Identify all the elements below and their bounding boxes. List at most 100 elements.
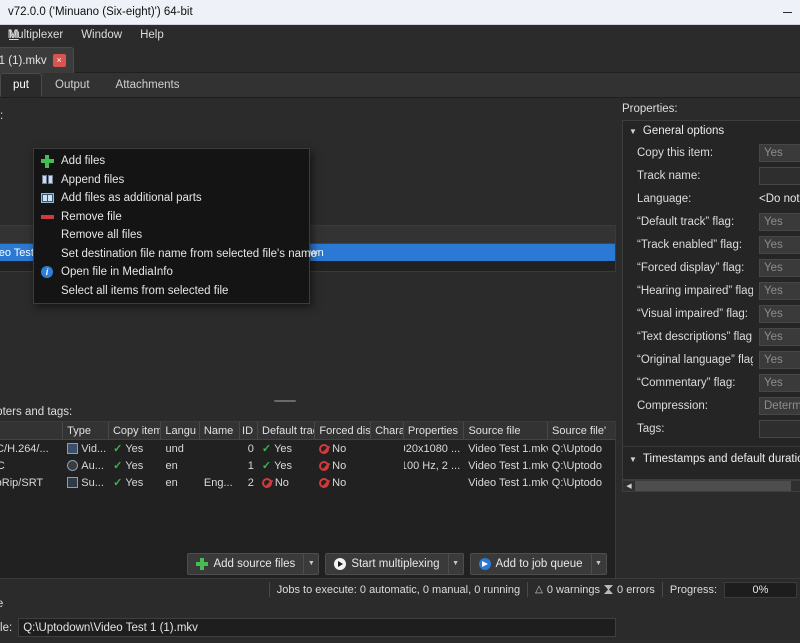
track-type: Vid...	[81, 442, 107, 455]
original-language-flag-select[interactable]: Yes	[759, 350, 800, 369]
table-row[interactable]: ✓ AAC Au... ✓ Yes en 1 ✓ Yes No	[0, 457, 615, 474]
menu-item-multiplexer[interactable]: MMultiplexer	[0, 27, 72, 43]
tab-attachments[interactable]: Attachments	[103, 73, 193, 97]
commentary-flag-select[interactable]: Yes	[759, 373, 800, 392]
column-header-codec[interactable]: dec	[0, 422, 64, 439]
cell-id: 2	[247, 476, 254, 489]
context-menu-item-set-destination-name[interactable]: Set destination file name from selected …	[34, 245, 317, 264]
menu-bar: MMultiplexer Window Help	[0, 25, 800, 45]
column-header-id[interactable]: ID	[240, 422, 259, 439]
property-label: “Track enabled” flag:	[637, 238, 743, 251]
column-header-name[interactable]: Name	[200, 422, 241, 439]
column-header-forced-display[interactable]: Forced dis	[315, 422, 372, 439]
track-name-input[interactable]	[759, 166, 800, 185]
tab-output[interactable]: Output	[42, 73, 103, 97]
column-header-properties[interactable]: Properties	[404, 422, 465, 439]
column-header-source-file-dir[interactable]: Source file'	[548, 422, 615, 439]
context-menu-item-add-files[interactable]: Add files	[34, 152, 309, 171]
menu-item-window-label: Window	[81, 29, 123, 41]
track-forced-flag: No	[332, 476, 347, 489]
track-enabled-flag-select[interactable]: Yes	[759, 235, 800, 254]
cell-properties: 44100 Hz, 2 ...	[404, 459, 461, 472]
cell-forced-display: No	[315, 474, 371, 491]
document-tab[interactable]: o Test 1 (1).mkv ×	[0, 47, 74, 73]
property-label: Compression:	[637, 399, 708, 412]
table-row[interactable]: ✓ AVC/H.264/... Vid... ✓ Yes und 0 ✓ Yes…	[0, 440, 615, 457]
tab-input[interactable]: put	[0, 73, 42, 97]
cell-codec: ✓ SubRip/SRT	[0, 474, 63, 491]
add-source-files-dropdown[interactable]: ▼	[304, 552, 320, 575]
section-timestamps[interactable]: ▼ Timestamps and default duration	[623, 446, 800, 469]
table-row[interactable]: ✓ SubRip/SRT Su... ✓ Yes en Eng... 2 No …	[0, 474, 615, 491]
hearing-impaired-flag-select[interactable]: Yes	[759, 281, 800, 300]
context-menu-item-open-in-mediainfo[interactable]: i Open file in MediaInfo	[34, 263, 309, 282]
context-menu[interactable]: Add files Append files Add files as addi…	[33, 148, 317, 304]
track-copy-item: Yes	[125, 442, 144, 455]
plus-icon	[40, 154, 54, 168]
compression-select[interactable]: Determine	[759, 396, 800, 415]
chevron-left-icon[interactable]: ◀	[623, 481, 635, 491]
chevron-down-icon: ▼	[629, 126, 637, 136]
menu-item-window[interactable]: Window	[72, 27, 131, 43]
cell-source-file: Video Test 1.mkv	[468, 476, 548, 489]
cell-source-file-dir: Q:\Uptodo	[551, 442, 602, 455]
context-menu-item-remove-all-files[interactable]: Remove all files	[34, 226, 309, 245]
property-original-language-flag: “Original language” flag: Yes	[623, 348, 800, 371]
tracks-header: dec Type Copy item Langu Name ID Default…	[0, 422, 615, 440]
tracks-label: cks, chapters and tags:	[0, 406, 73, 418]
close-icon[interactable]: ×	[52, 54, 66, 67]
menu-item-help-label: Help	[140, 29, 164, 41]
scrollbar-thumb[interactable]	[635, 481, 791, 491]
language-select[interactable]: <Do not cha	[759, 193, 800, 205]
minus-icon	[40, 214, 54, 219]
copy-this-item-select[interactable]: Yes	[759, 143, 800, 162]
track-codec: AVC/H.264/...	[0, 442, 49, 455]
add-source-files-button[interactable]: Add source files	[187, 552, 305, 575]
track-default-flag: Yes	[274, 459, 293, 472]
add-to-job-queue-dropdown[interactable]: ▼	[591, 552, 607, 575]
property-language: Language: <Do not cha	[623, 187, 800, 210]
forced-display-flag-select[interactable]: Yes	[759, 258, 800, 277]
menu-item-help[interactable]: Help	[131, 27, 173, 43]
tags-input[interactable]	[759, 419, 800, 438]
cell-language: en	[165, 459, 178, 472]
inner-tab-bar: put Output Attachments	[0, 73, 800, 98]
start-multiplexing-label: Start multiplexing	[351, 557, 440, 570]
cell-language: en	[165, 476, 178, 489]
ban-icon	[319, 477, 330, 488]
column-header-default-track[interactable]: Default trac	[258, 422, 316, 439]
minimize-button[interactable]	[774, 0, 800, 24]
default-track-flag-select[interactable]: Yes	[759, 212, 800, 231]
context-menu-item-append-files[interactable]: Append files	[34, 171, 309, 190]
properties-hscrollbar[interactable]: ◀	[622, 480, 800, 492]
check-icon: ✓	[261, 460, 272, 472]
column-header-language[interactable]: Langu	[161, 422, 200, 439]
start-multiplexing-dropdown[interactable]: ▼	[448, 552, 464, 575]
status-warnings-errors: △ 0 warnings 0 errors	[527, 582, 662, 597]
visual-impaired-flag-select[interactable]: Yes	[759, 304, 800, 323]
section-general-options[interactable]: ▼ General options	[623, 121, 800, 141]
property-compression: Compression: Determine	[623, 394, 800, 417]
column-header-copy-item[interactable]: Copy item	[109, 422, 162, 439]
parts-icon	[40, 193, 54, 204]
column-header-characters[interactable]: Chara	[371, 422, 404, 439]
property-track-name: Track name:	[623, 164, 800, 187]
text-descriptions-flag-select[interactable]: Yes	[759, 327, 800, 346]
window-title: v72.0.0 ('Minuano (Six-eight)') 64-bit	[8, 6, 193, 18]
pane-splitter[interactable]	[0, 398, 616, 404]
property-text-descriptions-flag: “Text descriptions” flag: Yes	[623, 325, 800, 348]
column-header-type[interactable]: Type	[63, 422, 109, 439]
start-multiplexing-button[interactable]: Start multiplexing	[325, 552, 449, 575]
cell-properties: 1920x1080 ...	[404, 442, 461, 455]
context-menu-item-label: Add files	[61, 155, 106, 168]
cell-characters	[371, 474, 404, 491]
context-menu-item-add-additional-parts[interactable]: Add files as additional parts	[34, 189, 309, 208]
progress-label: Progress:	[669, 583, 717, 596]
cell-properties	[404, 474, 465, 491]
context-menu-item-remove-file[interactable]: Remove file	[34, 208, 309, 227]
destination-file-input[interactable]: Q:\Uptodown\Video Test 1 (1).mkv	[18, 618, 616, 637]
add-to-job-queue-button[interactable]: Add to job queue	[469, 552, 592, 575]
add-to-job-queue-label: Add to job queue	[495, 557, 583, 570]
context-menu-item-select-all-items[interactable]: Select all items from selected file	[34, 282, 309, 301]
column-header-source-file[interactable]: Source file	[464, 422, 549, 439]
